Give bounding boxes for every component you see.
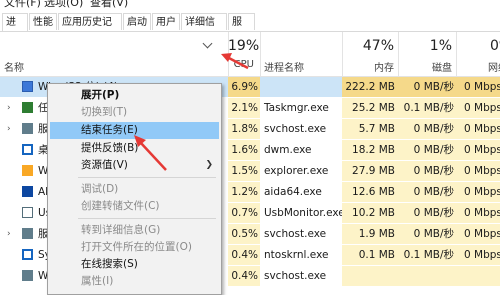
arrow-to-sort-column [221, 53, 249, 70]
arrow-to-end-task [134, 135, 167, 171]
annotation-arrows [134, 53, 249, 171]
